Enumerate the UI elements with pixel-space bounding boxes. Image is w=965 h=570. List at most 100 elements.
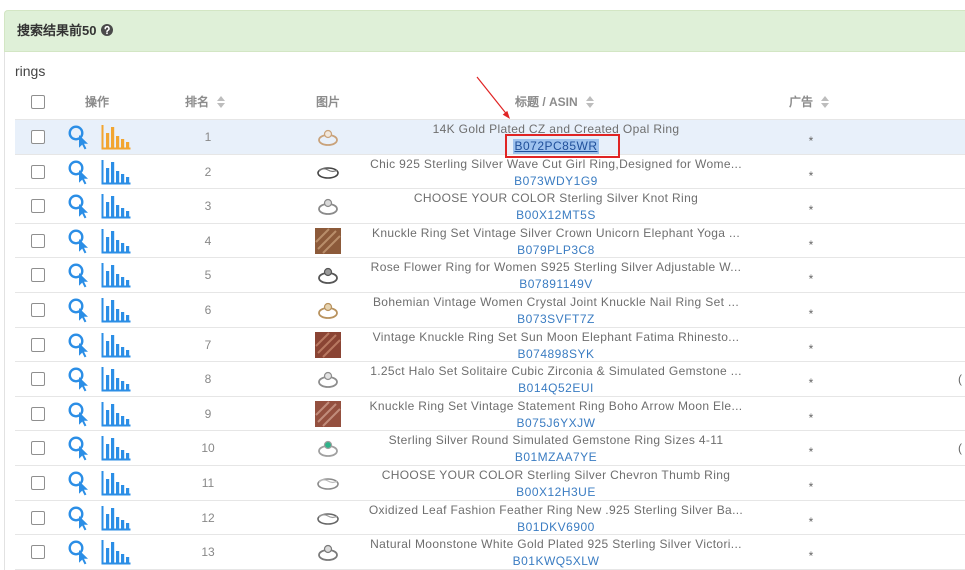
search-click-icon[interactable]	[67, 193, 93, 219]
table-row[interactable]: 2 Chic 925 Sterling Silver Wave Cut Girl…	[15, 155, 965, 190]
row-checkbox[interactable]	[31, 545, 45, 560]
search-click-icon[interactable]	[67, 435, 93, 461]
row-checkbox[interactable]	[31, 130, 45, 144]
table-row[interactable]: 9 Knuckle Ring Set Vintage Statement Rin…	[15, 397, 965, 432]
bar-chart-icon[interactable]	[101, 262, 131, 288]
ad-marker: *	[808, 514, 814, 529]
product-thumbnail[interactable]	[314, 469, 342, 497]
column-header-title-asin[interactable]: 标题 / ASIN	[515, 88, 594, 116]
bar-chart-icon[interactable]	[101, 539, 131, 565]
search-click-icon[interactable]	[67, 470, 93, 496]
row-checkbox[interactable]	[31, 164, 45, 179]
asin-link[interactable]: B073WDY1G9	[513, 174, 599, 189]
table-row[interactable]: 3 CHOOSE YOUR COLOR Sterling Silver Knot…	[15, 189, 965, 224]
table-row[interactable]: 7 Vintage Knuckle Ring Set Sun Moon Elep…	[15, 328, 965, 363]
search-click-icon[interactable]	[67, 505, 93, 531]
product-thumbnail[interactable]	[314, 504, 342, 532]
title-asin-cell: Knuckle Ring Set Vintage Statement Ring …	[346, 397, 766, 432]
table-row[interactable]: 5 Rose Flower Ring for Women S925 Sterli…	[15, 258, 965, 293]
column-header-rank[interactable]: 排名	[185, 88, 226, 116]
select-all-checkbox[interactable]	[31, 95, 45, 109]
asin-link[interactable]: B07891149V	[518, 277, 594, 292]
asin-link[interactable]: B073SVFT7Z	[516, 312, 596, 327]
table-row[interactable]: 12 Oxidized Leaf Fashion Feather Ring Ne…	[15, 501, 965, 536]
search-click-icon[interactable]	[67, 124, 93, 150]
product-thumbnail[interactable]	[314, 123, 342, 151]
product-title: Natural Moonstone White Gold Plated 925 …	[370, 537, 742, 552]
ad-marker: *	[808, 376, 814, 391]
row-checkbox[interactable]	[31, 475, 45, 490]
row-checkbox[interactable]	[31, 406, 45, 421]
row-checkbox[interactable]	[31, 302, 45, 317]
product-thumbnail[interactable]	[314, 538, 342, 566]
knuckle-ring-set-photo-icon	[315, 227, 341, 254]
bar-chart-icon[interactable]	[101, 332, 131, 358]
column-header-ad[interactable]: 广告	[789, 88, 830, 116]
bar-chart-icon[interactable]	[101, 124, 131, 150]
row-checkbox[interactable]	[31, 372, 45, 387]
table-row[interactable]: 1 14K Gold Plated CZ and Created Opal Ri…	[15, 120, 965, 155]
product-thumbnail[interactable]	[314, 261, 342, 289]
table-row[interactable]: 11 CHOOSE YOUR COLOR Sterling Silver Che…	[15, 466, 965, 501]
product-title: CHOOSE YOUR COLOR Sterling Silver Knot R…	[413, 191, 699, 206]
bar-chart-icon[interactable]	[101, 505, 131, 531]
sort-icon[interactable]	[585, 96, 594, 108]
title-asin-cell: Vintage Knuckle Ring Set Sun Moon Elepha…	[346, 328, 766, 363]
moonstone-ring-icon	[318, 545, 338, 562]
table-row[interactable]: 4 Knuckle Ring Set Vintage Silver Crown …	[15, 224, 965, 259]
asin-link[interactable]: B01MZAA7YE	[514, 450, 598, 465]
row-checkbox[interactable]	[31, 233, 45, 248]
clipped-cell: (	[958, 372, 962, 387]
clipped-cell: (	[958, 441, 962, 456]
asin-link[interactable]: B074898SYK	[516, 347, 595, 362]
search-click-icon[interactable]	[67, 228, 93, 254]
bar-chart-icon[interactable]	[101, 366, 131, 392]
title-asin-cell: CHOOSE YOUR COLOR Sterling Silver Knot R…	[346, 189, 766, 224]
product-thumbnail[interactable]	[314, 296, 342, 324]
row-checkbox[interactable]	[31, 199, 45, 214]
asin-link[interactable]: B075J6YXJW	[515, 416, 596, 431]
asin-link[interactable]: B01DKV6900	[516, 520, 596, 535]
product-thumbnail[interactable]	[314, 331, 342, 359]
bar-chart-icon[interactable]	[101, 193, 131, 219]
table-row[interactable]: 8 1.25ct Halo Set Solitaire Cubic Zircon…	[15, 362, 965, 397]
sort-icon[interactable]	[821, 96, 830, 108]
search-click-icon[interactable]	[67, 366, 93, 392]
column-header-image: 图片	[316, 95, 341, 109]
rank-value: 5	[204, 268, 212, 283]
search-click-icon[interactable]	[67, 332, 93, 358]
asin-link[interactable]: B079PLP3C8	[516, 243, 596, 258]
sort-icon[interactable]	[217, 96, 226, 108]
bar-chart-icon[interactable]	[101, 435, 131, 461]
help-icon[interactable]	[101, 24, 114, 36]
rank-value: 4	[204, 233, 212, 248]
search-click-icon[interactable]	[67, 401, 93, 427]
table-row[interactable]: 10 Sterling Silver Round Simulated Gemst…	[15, 431, 965, 466]
product-thumbnail[interactable]	[314, 434, 342, 462]
asin-link[interactable]: B00X12MT5S	[515, 208, 597, 223]
search-click-icon[interactable]	[67, 297, 93, 323]
asin-link[interactable]: B00X12H3UE	[515, 485, 597, 500]
table-row[interactable]: 13 Natural Moonstone White Gold Plated 9…	[15, 535, 965, 570]
product-thumbnail[interactable]	[314, 400, 342, 428]
bar-chart-icon[interactable]	[101, 470, 131, 496]
bar-chart-icon[interactable]	[101, 401, 131, 427]
bar-chart-icon[interactable]	[101, 159, 131, 185]
search-click-icon[interactable]	[67, 539, 93, 565]
row-checkbox[interactable]	[31, 510, 45, 525]
product-title: Knuckle Ring Set Vintage Silver Crown Un…	[371, 225, 741, 240]
search-click-icon[interactable]	[67, 262, 93, 288]
search-click-icon[interactable]	[67, 159, 93, 185]
bar-chart-icon[interactable]	[101, 297, 131, 323]
table-row[interactable]: 6 Bohemian Vintage Women Crystal Joint K…	[15, 293, 965, 328]
product-thumbnail[interactable]	[314, 158, 342, 186]
bar-chart-icon[interactable]	[101, 228, 131, 254]
row-checkbox[interactable]	[31, 441, 45, 456]
asin-link[interactable]: B014Q52EUI	[517, 381, 595, 396]
product-thumbnail[interactable]	[314, 227, 342, 255]
row-checkbox[interactable]	[31, 268, 45, 283]
product-thumbnail[interactable]	[314, 365, 342, 393]
asin-link[interactable]: B01KWQ5XLW	[512, 554, 601, 569]
product-thumbnail[interactable]	[314, 192, 342, 220]
row-checkbox[interactable]	[31, 337, 45, 352]
